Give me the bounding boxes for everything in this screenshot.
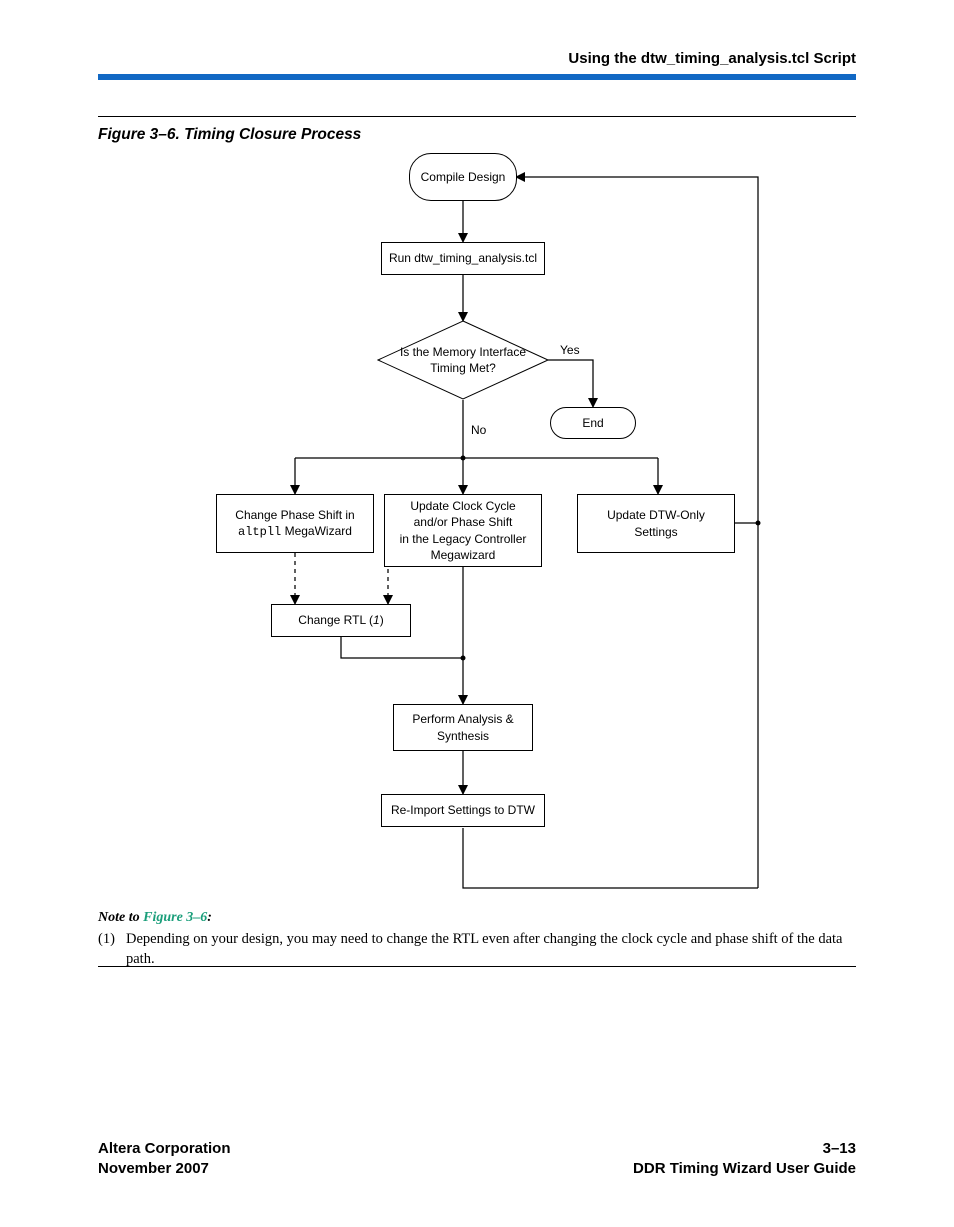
node-change-rtl: Change RTL (1) xyxy=(271,604,411,637)
node-label: Update Clock Cycle and/or Phase Shift in… xyxy=(400,498,527,563)
node-label: Run dtw_timing_analysis.tcl xyxy=(389,250,537,266)
note-heading-prefix: Note to xyxy=(98,910,143,925)
edge-label-yes: Yes xyxy=(560,343,580,357)
note-heading-link[interactable]: Figure 3–6 xyxy=(143,910,207,925)
node-label: Change Phase Shift in altpll MegaWizard xyxy=(235,507,354,540)
node-label: Perform Analysis & Synthesis xyxy=(412,711,513,743)
node-label: Compile Design xyxy=(421,169,506,185)
node-update-clock-cycle: Update Clock Cycle and/or Phase Shift in… xyxy=(384,494,542,567)
node-end: End xyxy=(550,407,636,439)
node-update-dtw-only: Update DTW-Only Settings xyxy=(577,494,735,553)
edge-label-no: No xyxy=(471,423,486,437)
footer-date: November 2007 xyxy=(98,1159,231,1179)
node-decision-timing-met: Is the Memory Interface Timing Met? xyxy=(377,320,549,400)
page-header-title: Using the dtw_timing_analysis.tcl Script xyxy=(568,50,856,67)
figure-caption: Figure 3–6. Timing Closure Process xyxy=(98,126,361,144)
note-index: (1) xyxy=(98,930,126,969)
node-label: Re-Import Settings to DTW xyxy=(391,802,535,818)
page-footer: Altera Corporation November 2007 3–13 DD… xyxy=(98,1139,856,1180)
node-label: Update DTW-Only Settings xyxy=(607,507,705,539)
decision-shape xyxy=(377,320,549,400)
node-analysis-synthesis: Perform Analysis & Synthesis xyxy=(393,704,533,751)
figure-note: Note to Figure 3–6: (1) Depending on you… xyxy=(98,910,856,969)
node-run-script: Run dtw_timing_analysis.tcl xyxy=(381,242,545,275)
note-text: Depending on your design, you may need t… xyxy=(126,930,856,969)
footer-company: Altera Corporation xyxy=(98,1139,231,1159)
node-label: Change RTL (1) xyxy=(298,612,383,628)
flowchart-diagram: Compile Design Run dtw_timing_analysis.t… xyxy=(98,153,856,891)
node-label: End xyxy=(582,415,603,431)
note-heading-suffix: : xyxy=(207,910,212,925)
footer-page-number: 3–13 xyxy=(633,1139,856,1159)
node-change-phase-shift: Change Phase Shift in altpll MegaWizard xyxy=(216,494,374,553)
node-compile-design: Compile Design xyxy=(409,153,517,201)
header-rule xyxy=(98,74,856,80)
node-reimport-settings: Re-Import Settings to DTW xyxy=(381,794,545,827)
figure-rule-bottom xyxy=(98,966,856,967)
footer-doc-title: DDR Timing Wizard User Guide xyxy=(633,1159,856,1179)
figure-rule-top xyxy=(98,116,856,117)
